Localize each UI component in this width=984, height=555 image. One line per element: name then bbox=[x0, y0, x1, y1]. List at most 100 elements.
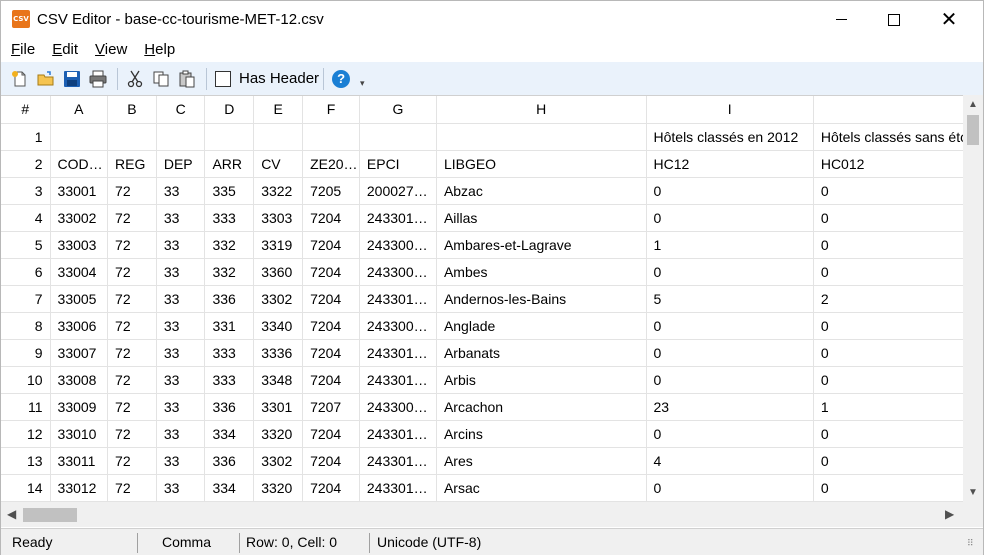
table-cell[interactable]: 243301… bbox=[359, 339, 437, 367]
table-cell[interactable]: Arbis bbox=[436, 366, 647, 394]
table-cell[interactable]: 2 bbox=[813, 285, 983, 313]
table-cell[interactable]: 0 bbox=[646, 420, 814, 448]
table-cell[interactable]: 7204 bbox=[302, 285, 360, 313]
table-cell[interactable]: 3320 bbox=[253, 420, 304, 448]
table-cell[interactable]: 0 bbox=[646, 474, 814, 502]
table-cell[interactable]: 0 bbox=[813, 366, 983, 394]
table-cell[interactable]: 33 bbox=[156, 258, 206, 286]
table-cell[interactable]: 33003 bbox=[50, 231, 109, 259]
table-cell[interactable]: 1 bbox=[646, 231, 814, 259]
table-cell[interactable]: 7204 bbox=[302, 231, 360, 259]
table-cell[interactable] bbox=[436, 123, 647, 151]
table-cell[interactable] bbox=[204, 123, 255, 151]
row-number[interactable]: 10 bbox=[1, 366, 51, 394]
table-cell[interactable]: Ares bbox=[436, 447, 647, 475]
column-header[interactable]: G bbox=[359, 96, 437, 124]
table-cell[interactable]: 33012 bbox=[50, 474, 109, 502]
table-cell[interactable]: 0 bbox=[813, 231, 983, 259]
row-number[interactable]: 2 bbox=[1, 150, 51, 178]
table-cell[interactable]: 0 bbox=[646, 177, 814, 205]
table-cell[interactable]: 7204 bbox=[302, 312, 360, 340]
table-cell[interactable]: 72 bbox=[107, 285, 157, 313]
table-cell[interactable]: 72 bbox=[107, 312, 157, 340]
table-cell[interactable]: 3301 bbox=[253, 393, 304, 421]
table-cell[interactable]: 72 bbox=[107, 393, 157, 421]
table-cell[interactable]: 72 bbox=[107, 447, 157, 475]
table-cell[interactable]: 7204 bbox=[302, 474, 360, 502]
vertical-scrollbar[interactable]: ▲ ▼ bbox=[963, 95, 983, 502]
table-cell[interactable]: 334 bbox=[204, 474, 255, 502]
table-cell[interactable] bbox=[107, 123, 157, 151]
table-cell[interactable]: 33002 bbox=[50, 204, 109, 232]
table-cell[interactable]: 243301… bbox=[359, 204, 437, 232]
horizontal-scrollbar[interactable]: ◀ ▶ bbox=[1, 502, 963, 527]
table-cell[interactable]: 0 bbox=[646, 258, 814, 286]
column-header[interactable]: E bbox=[253, 96, 304, 124]
table-cell[interactable]: Arsac bbox=[436, 474, 647, 502]
table-cell[interactable]: 0 bbox=[813, 177, 983, 205]
table-cell[interactable]: 7204 bbox=[302, 204, 360, 232]
table-cell[interactable]: 33010 bbox=[50, 420, 109, 448]
table-cell[interactable]: 7204 bbox=[302, 420, 360, 448]
table-cell[interactable]: 334 bbox=[204, 420, 255, 448]
table-cell[interactable]: LIBGEO bbox=[436, 150, 647, 178]
row-number[interactable]: 7 bbox=[1, 285, 51, 313]
table-cell[interactable]: 243301… bbox=[359, 474, 437, 502]
table-cell[interactable]: 0 bbox=[646, 312, 814, 340]
table-cell[interactable]: Hôtels classés en 2012 bbox=[646, 123, 814, 151]
table-cell[interactable]: 336 bbox=[204, 285, 255, 313]
copy-button[interactable] bbox=[150, 68, 172, 90]
table-cell[interactable]: 72 bbox=[107, 366, 157, 394]
table-cell[interactable]: 243301… bbox=[359, 420, 437, 448]
table-cell[interactable]: 0 bbox=[813, 420, 983, 448]
table-cell[interactable]: 7204 bbox=[302, 447, 360, 475]
table-cell[interactable]: 33007 bbox=[50, 339, 109, 367]
paste-button[interactable] bbox=[176, 68, 198, 90]
scroll-left-icon[interactable]: ◀ bbox=[7, 507, 16, 521]
table-cell[interactable]: 331 bbox=[204, 312, 255, 340]
table-cell[interactable]: 3319 bbox=[253, 231, 304, 259]
table-cell[interactable]: CV bbox=[253, 150, 304, 178]
table-cell[interactable]: 33008 bbox=[50, 366, 109, 394]
table-cell[interactable]: 332 bbox=[204, 231, 255, 259]
table-cell[interactable]: 33005 bbox=[50, 285, 109, 313]
column-header[interactable]: H bbox=[436, 96, 647, 124]
table-cell[interactable]: DEP bbox=[156, 150, 206, 178]
table-cell[interactable]: 243300… bbox=[359, 312, 437, 340]
help-button[interactable]: ? bbox=[330, 68, 352, 90]
table-cell[interactable]: HC012 bbox=[813, 150, 983, 178]
table-cell[interactable]: 33 bbox=[156, 420, 206, 448]
table-cell[interactable]: 7207 bbox=[302, 393, 360, 421]
table-cell[interactable]: 33 bbox=[156, 474, 206, 502]
table-cell[interactable]: 332 bbox=[204, 258, 255, 286]
table-cell[interactable]: EPCI bbox=[359, 150, 437, 178]
row-number[interactable]: 4 bbox=[1, 204, 51, 232]
table-cell[interactable]: 0 bbox=[813, 447, 983, 475]
cut-button[interactable] bbox=[124, 68, 146, 90]
table-cell[interactable]: 33 bbox=[156, 393, 206, 421]
table-cell[interactable]: 33004 bbox=[50, 258, 109, 286]
table-cell[interactable]: 0 bbox=[813, 474, 983, 502]
table-cell[interactable]: 243301… bbox=[359, 366, 437, 394]
menu-view[interactable]: View bbox=[85, 38, 134, 62]
table-cell[interactable]: 33001 bbox=[50, 177, 109, 205]
row-number[interactable]: 6 bbox=[1, 258, 51, 286]
table-cell[interactable]: Andernos-les-Bains bbox=[436, 285, 647, 313]
table-cell[interactable]: Ambares-et-Lagrave bbox=[436, 231, 647, 259]
table-cell[interactable]: 3340 bbox=[253, 312, 304, 340]
row-number[interactable]: 12 bbox=[1, 420, 51, 448]
table-cell[interactable]: 3360 bbox=[253, 258, 304, 286]
table-cell[interactable]: 72 bbox=[107, 339, 157, 367]
table-cell[interactable]: 33 bbox=[156, 177, 206, 205]
table-cell[interactable] bbox=[302, 123, 360, 151]
open-button[interactable] bbox=[35, 68, 57, 90]
table-cell[interactable]: 243301… bbox=[359, 285, 437, 313]
vertical-scroll-thumb[interactable] bbox=[967, 115, 979, 145]
row-number[interactable]: 8 bbox=[1, 312, 51, 340]
row-number[interactable]: 11 bbox=[1, 393, 51, 421]
column-header[interactable]: F bbox=[302, 96, 360, 124]
table-cell[interactable]: 243300… bbox=[359, 231, 437, 259]
table-cell[interactable]: 33006 bbox=[50, 312, 109, 340]
row-number[interactable]: 5 bbox=[1, 231, 51, 259]
table-cell[interactable]: 0 bbox=[813, 312, 983, 340]
